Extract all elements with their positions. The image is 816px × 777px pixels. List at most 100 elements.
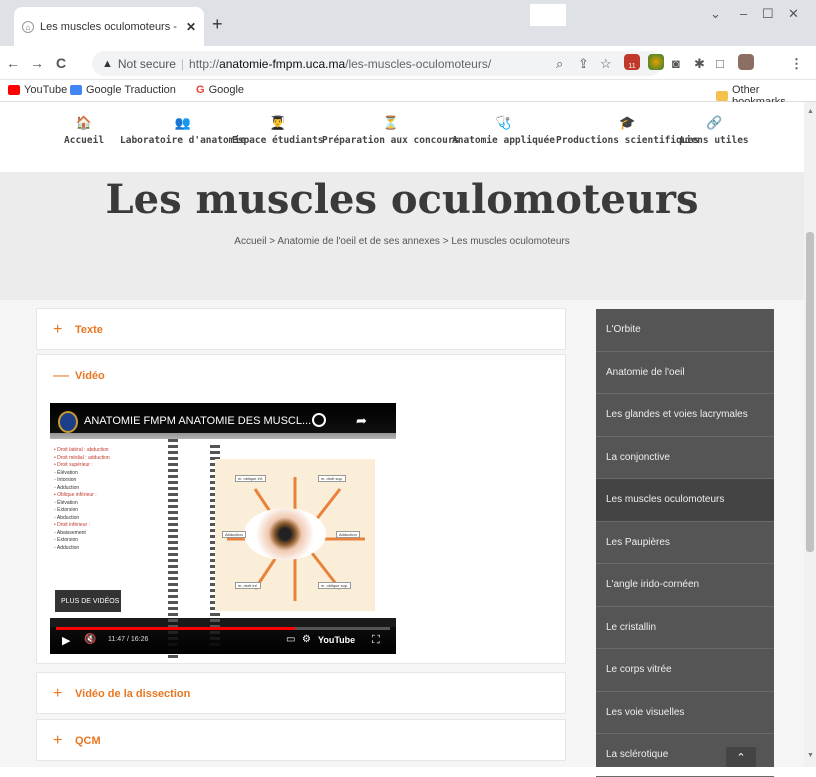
sidebar-item[interactable]: L'Orbite — [596, 309, 774, 352]
play-icon[interactable]: ▶ — [62, 634, 70, 647]
camera-icon[interactable]: ◙ — [672, 56, 680, 71]
browser-tab[interactable]: ⌂ Les muscles oculomoteurs - Labo ✕ — [14, 7, 204, 47]
diagram-label: Adduction — [336, 531, 360, 538]
nav-label: Anatomie appliquée — [452, 135, 555, 146]
share-icon[interactable]: ⇪ — [578, 56, 589, 72]
bookmark-star-icon[interactable]: ☆ — [600, 56, 612, 72]
watch-later-icon[interactable] — [312, 413, 326, 427]
google-icon: G — [196, 84, 205, 96]
profile-avatar[interactable] — [738, 54, 754, 70]
minimize-button[interactable]: – — [740, 6, 747, 21]
slide-line: ◦ Extorsion — [54, 507, 79, 513]
volume-muted-icon[interactable]: 🔇 — [84, 634, 96, 645]
sidebar-item[interactable]: Anatomie de l'oeil — [596, 352, 774, 394]
minus-icon: — — [53, 367, 69, 384]
nav-item-liens-utiles[interactable]: 🔗 Liens utiles — [680, 116, 749, 146]
zoom-icon[interactable]: ⌕ — [556, 56, 563, 72]
folder-icon — [716, 91, 728, 101]
sidebar-item[interactable]: Le cristallin — [596, 607, 774, 649]
forward-button[interactable]: → — [30, 55, 44, 71]
close-window-button[interactable]: ✕ — [788, 6, 799, 22]
plus-icon: + — [53, 321, 63, 338]
breadcrumb[interactable]: Accueil > Anatomie de l'oeil et de ses a… — [0, 236, 804, 247]
accordion-qcm[interactable]: + QCM — [36, 719, 566, 761]
sidebar-item[interactable]: Le corps vitrée — [596, 649, 774, 692]
nav-item-productions[interactable]: 🎓 Productions scientifiques — [556, 116, 699, 146]
nav-item-preparation[interactable]: ⏳ Préparation aux concours — [322, 116, 459, 146]
binder-rings — [168, 439, 178, 659]
nav-item-anatomie-appliquee[interactable]: 🩺 Anatomie appliquée — [452, 116, 555, 146]
menu-kebab-icon[interactable]: ⋮ — [790, 56, 803, 72]
bookmark-google-traduction[interactable]: Google Traduction — [70, 84, 176, 96]
reload-button[interactable]: C — [56, 55, 66, 71]
slide-line: ◦ Élévation — [54, 469, 78, 476]
accordion-video-dissection[interactable]: + Vidéo de la dissection — [36, 672, 566, 714]
bookmark-google[interactable]: G Google — [196, 84, 244, 96]
subtitles-icon[interactable]: ▭ — [286, 634, 295, 645]
translate-icon — [70, 85, 82, 95]
back-button[interactable]: ← — [6, 55, 20, 71]
page-title: Les muscles oculomoteurs — [105, 176, 699, 223]
share-arrow-icon[interactable]: ➦ — [356, 413, 367, 429]
sidebar-item[interactable]: L'angle irido-cornéen — [596, 564, 774, 607]
diagram-label: Abduction — [222, 531, 246, 538]
tab-search-icon[interactable]: ⌄ — [710, 6, 721, 22]
accordion-texte[interactable]: + Texte — [36, 308, 566, 350]
warning-icon[interactable]: ▲ — [102, 58, 113, 70]
sidebar-item[interactable]: Les muscles oculomoteurs — [596, 479, 774, 522]
scroll-down-icon[interactable]: ▼ — [807, 752, 814, 759]
back-to-top-button[interactable]: ⌃ — [726, 747, 756, 767]
video-progress-bar[interactable] — [56, 627, 390, 630]
nav-item-laboratoire[interactable]: 👥 Laboratoire d'anatomie — [120, 116, 246, 146]
scroll-up-icon[interactable]: ▲ — [807, 108, 814, 115]
accordion-label: Vidéo — [75, 370, 105, 382]
diagram-label: m. oblique sup. — [318, 582, 352, 589]
fullscreen-icon[interactable]: ⛶ — [372, 634, 380, 647]
plus-icon: + — [53, 732, 63, 749]
scrollbar-thumb[interactable] — [806, 232, 814, 552]
sidebar-item[interactable]: Les voie visuelles — [596, 692, 774, 734]
accordion-label: Vidéo de la dissection — [75, 688, 191, 700]
nav-item-espace-etudiants[interactable]: 👨‍🎓 Espace étudiants — [232, 116, 324, 146]
browser-tab-strip: ⌂ Les muscles oculomoteurs - Labo ✕ + ⌄ … — [0, 0, 816, 47]
tab-close-icon[interactable]: ✕ — [186, 20, 196, 34]
youtube-logo[interactable]: YouTube — [318, 635, 355, 645]
home-icon: 🏠 — [75, 116, 93, 131]
tab-strip-blank — [530, 4, 566, 26]
diagram-label: m. droit inf. — [235, 582, 261, 589]
url-separator: | — [180, 56, 185, 71]
extension-badge-icon[interactable]: 11 — [624, 54, 640, 70]
tab-title: Les muscles oculomoteurs - Labo — [40, 21, 180, 33]
bookmark-youtube[interactable]: YouTube — [8, 84, 67, 96]
sidebar-item[interactable]: Les glandes et voies lacrymales — [596, 394, 774, 437]
url-scheme: http:// — [189, 56, 220, 71]
slide-line: ◦ Élévation — [54, 499, 78, 506]
page-scrollbar[interactable]: ▲ ▼ — [804, 102, 816, 767]
nav-label: Liens utiles — [680, 135, 749, 146]
extension-icon[interactable] — [648, 54, 664, 70]
settings-gear-icon[interactable]: ⚙ — [302, 634, 311, 645]
sidebar-item[interactable]: La conjonctive — [596, 437, 774, 479]
bookmark-label: Google Traduction — [86, 84, 176, 96]
link-icon: 🔗 — [706, 116, 723, 131]
slide-line: ◦ Abaissement — [54, 529, 86, 536]
plus-icon: + — [53, 685, 63, 702]
side-panel-icon[interactable]: □ — [716, 56, 724, 71]
maximize-button[interactable]: ☐ — [762, 6, 774, 22]
group-icon: 👥 — [174, 116, 192, 131]
more-videos-button[interactable]: PLUS DE VIDÉOS — [55, 590, 121, 612]
nav-item-accueil[interactable]: 🏠 Accueil — [64, 116, 104, 146]
extensions-puzzle-icon[interactable]: ✱ — [694, 56, 705, 72]
address-bar[interactable]: ▲ Not secure | http:// anatomie-fmpm.uca… — [92, 51, 662, 76]
new-tab-button[interactable]: + — [212, 14, 223, 35]
sidebar-item[interactable]: Les Paupières — [596, 522, 774, 564]
video-title[interactable]: ANATOMIE FMPM ANATOMIE DES MUSCL... — [50, 403, 396, 439]
video-progress-fill — [56, 627, 296, 630]
nav-label: Productions scientifiques — [556, 135, 699, 146]
slide-line: ◦ Adduction — [54, 544, 80, 551]
nav-label: Laboratoire d'anatomie — [120, 135, 246, 146]
channel-logo-icon[interactable] — [58, 411, 78, 433]
accordion-label: Texte — [75, 324, 103, 336]
doctor-icon: 🩺 — [495, 116, 512, 131]
chapter-sidebar: L'Orbite Anatomie de l'oeil Les glandes et… — [596, 309, 774, 777]
